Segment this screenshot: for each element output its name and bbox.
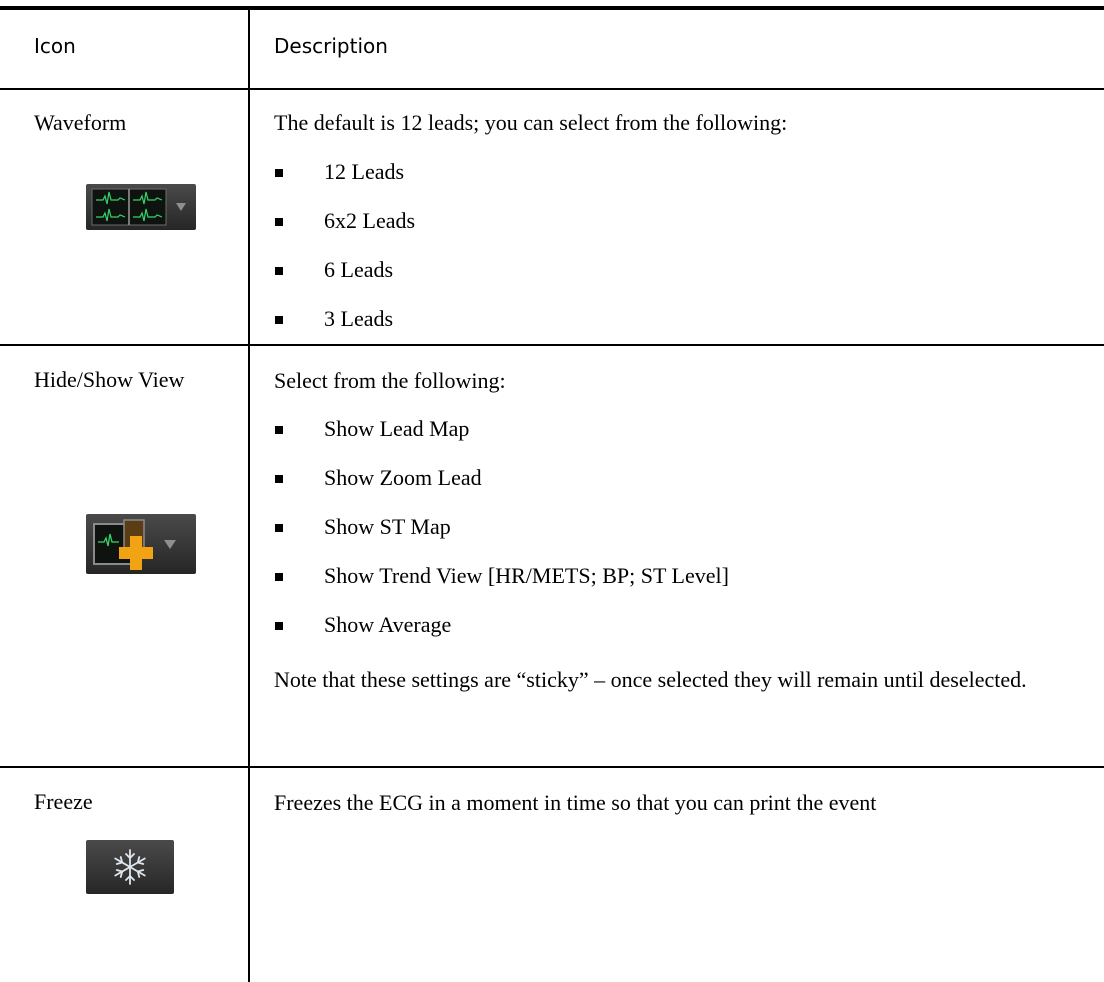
bullet-square-icon [275,426,283,434]
option-list: 12 Leads 6x2 Leads 6 Leads 3 Leads [274,157,415,353]
row-intro-text: Freezes the ECG in a moment in time so t… [274,790,877,815]
row-note-text: Note that these settings are “sticky” – … [274,667,1027,692]
list-item: Show ST Map [274,512,729,561]
list-item: 6x2 Leads [274,206,415,255]
table-header-rule [0,88,1104,90]
icon-name-label: Hide/Show View [34,367,185,392]
row-divider [0,766,1104,768]
bullet-square-icon [275,218,283,226]
bullet-square-icon [275,524,283,532]
list-item: 3 Leads [274,304,415,353]
bullet-square-icon [275,169,283,177]
list-item: 6 Leads [274,255,415,304]
list-item: Show Lead Map [274,414,729,463]
list-item: Show Zoom Lead [274,463,729,512]
bullet-square-icon [275,622,283,630]
list-item: Show Average [274,610,729,659]
row-divider [0,344,1104,346]
bullet-square-icon [275,573,283,581]
list-item: 12 Leads [274,157,415,206]
column-header-description: Description [274,34,388,58]
icon-name-label: Waveform [34,110,127,135]
hide-show-view-icon [86,514,196,574]
bullet-square-icon [275,316,283,324]
bullet-square-icon [275,475,283,483]
table-top-rule [0,6,1104,10]
snowflake-icon [86,840,174,894]
column-header-icon: Icon [34,34,76,58]
waveform-icon [86,184,196,230]
row-intro-text: The default is 12 leads; you can select … [274,110,788,135]
row-intro-text: Select from the following: [274,368,506,393]
list-item: Show Trend View [HR/METS; BP; ST Level] [274,561,729,610]
option-list: Show Lead Map Show Zoom Lead Show ST Map… [274,414,729,659]
bullet-square-icon [275,267,283,275]
column-divider [248,10,250,982]
icon-name-label: Freeze [34,789,93,814]
